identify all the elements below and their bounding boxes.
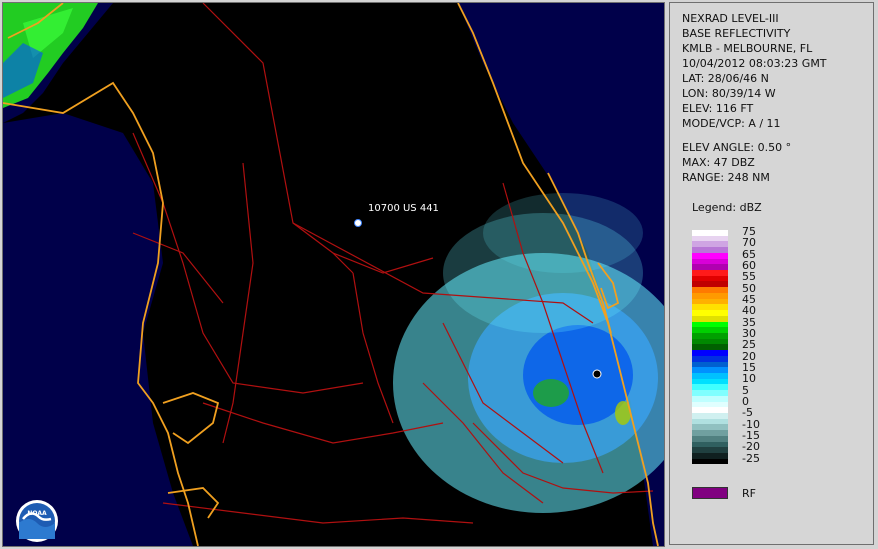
- rain-cluster-northwest: [3, 3, 98, 108]
- rf-swatch: [692, 487, 728, 499]
- noaa-logo: NOAA: [16, 500, 58, 542]
- gulf-water-south: [3, 113, 193, 546]
- rf-label: RF: [742, 487, 756, 500]
- legend-swatch: [692, 458, 728, 465]
- station-name: KMLB - MELBOURNE, FL: [682, 42, 813, 55]
- product-name: NEXRAD LEVEL-III: [682, 12, 779, 25]
- elevation: ELEV: 116 FT: [682, 102, 754, 115]
- range: RANGE: 248 NM: [682, 171, 770, 184]
- noaa-logo-text: NOAA: [27, 510, 47, 517]
- elev-angle: ELEV ANGLE: 0.50 °: [682, 141, 792, 154]
- latitude: LAT: 28/06/46 N: [682, 72, 769, 85]
- radar-map-canvas: [3, 3, 664, 546]
- longitude: LON: 80/39/14 W: [682, 87, 776, 100]
- location-marker-label: 10700 US 441: [368, 203, 439, 214]
- mode-vcp: MODE/VCP: A / 11: [682, 117, 781, 130]
- radar-site: [592, 369, 602, 379]
- location-marker: [354, 219, 362, 227]
- radar-map[interactable]: 10700 US 441 NOAA: [2, 2, 665, 547]
- scan-datetime: 10/04/2012 08:03:23 GMT: [682, 57, 827, 70]
- legend-tick-label: -25: [742, 451, 760, 465]
- echo-field: [393, 193, 664, 513]
- legend-title: Legend: dBZ: [692, 201, 762, 214]
- max-dbz: MAX: 47 DBZ: [682, 156, 755, 169]
- info-panel: NEXRAD LEVEL-III BASE REFLECTIVITY KMLB …: [669, 2, 874, 545]
- legend-colorbar: [692, 230, 728, 465]
- product-type: BASE REFLECTIVITY: [682, 27, 791, 40]
